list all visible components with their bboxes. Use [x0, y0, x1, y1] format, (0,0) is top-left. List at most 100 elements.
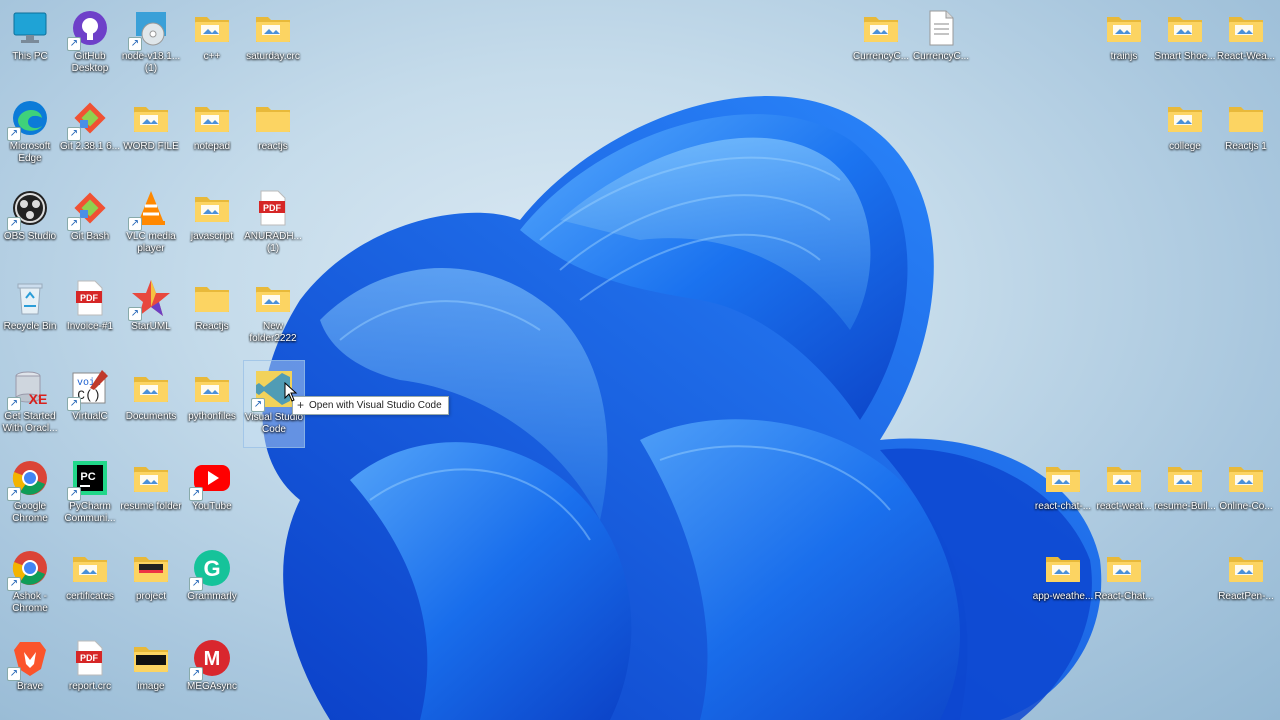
desktop-icon-new-folder2222[interactable]: New folder2222: [243, 270, 303, 356]
folder-icon: [1165, 8, 1205, 48]
desktop-icon-report-crc[interactable]: PDF report.crc: [60, 630, 120, 716]
desktop-icon-resume-buil[interactable]: resume-Buil...: [1154, 450, 1216, 536]
desktop-icon-microsoft-edge[interactable]: ↗ Microsoft Edge: [0, 90, 60, 176]
desktop-icon-image[interactable]: image: [121, 630, 181, 716]
desktop-icon-github-desktop[interactable]: ↗ GitHub Desktop: [60, 0, 120, 86]
desktop-icon-word-file[interactable]: WORD FILE: [121, 90, 181, 176]
folder-icon: [1226, 98, 1266, 138]
desktop-icon-staruml[interactable]: ↗ StarUML: [121, 270, 181, 356]
desktop-icon-react-wea[interactable]: React-Wea...: [1216, 0, 1276, 86]
desktop-icon-invoice-1[interactable]: PDF Invoice-#1: [60, 270, 120, 356]
shortcut-arrow-icon: ↗: [189, 667, 203, 681]
oracle-icon: XE ↗: [7, 368, 50, 411]
folder-icon: [1104, 458, 1144, 498]
desktop-icon-label: Reactjs 1: [1225, 141, 1267, 152]
desktop-icon-currencyc[interactable]: CurrencyC...: [911, 0, 971, 86]
shortcut-arrow-icon: ↗: [128, 307, 142, 321]
mega-icon: M ↗: [189, 638, 232, 681]
desktop-icon-reactjs-1[interactable]: Reactjs 1: [1216, 90, 1276, 176]
desktop-icon-certificates[interactable]: certificates: [60, 540, 120, 626]
desktop-icon-javascript[interactable]: javascript: [182, 180, 242, 266]
vlc-icon: ↗: [128, 188, 171, 231]
desktop-icon-virtualc[interactable]: void C() ↗ VirtualC: [60, 360, 120, 446]
desktop-icon-git-2-38-1-6[interactable]: ↗ Git 2.38.1 6...: [60, 90, 120, 176]
desktop-icon-react-chat[interactable]: react-chat-...: [1033, 450, 1093, 536]
desktop-icon-documents[interactable]: Documents: [121, 360, 181, 446]
shortcut-arrow-icon: ↗: [189, 487, 203, 501]
shortcut-arrow-icon: ↗: [67, 127, 81, 141]
desktop-icon-app-weathe[interactable]: app-weathe...: [1033, 540, 1093, 626]
desktop-icon-saturday-crc[interactable]: saturday.crc: [243, 0, 303, 86]
desktop-icon-label: ReactPen-...: [1218, 591, 1274, 602]
folder-icon: [861, 8, 901, 48]
pdf-icon: PDF: [70, 638, 110, 678]
desktop-icon-youtube[interactable]: ↗ YouTube: [182, 450, 242, 536]
desktop-icon-obs-studio[interactable]: ↗ OBS Studio: [0, 180, 60, 266]
desktop-icon-label: ANURADH...(1): [244, 231, 302, 254]
desktop-icon-label: PyCharm Communi...: [64, 501, 116, 524]
desktop-icon-ashok-chrome[interactable]: ↗ Ashok - Chrome: [0, 540, 60, 626]
desktop-icon-node-v18-1-1[interactable]: ↗ node-v18.1...(1): [121, 0, 181, 86]
desktop-icon-label: OBS Studio: [3, 231, 57, 242]
desktop-icon-grammarly[interactable]: G ↗ Grammarly: [182, 540, 242, 626]
desktop-icon-get-started-with-oracl[interactable]: XE ↗ Get Started With Oracl...: [0, 360, 60, 446]
svg-text:PDF: PDF: [80, 293, 99, 303]
desktop-icon-label: GitHub Desktop: [71, 51, 109, 74]
edge-icon: ↗: [7, 98, 50, 141]
desktop-icon-label: javascript: [190, 231, 234, 242]
desktop-icon-brave[interactable]: ↗ Brave: [0, 630, 60, 716]
folder-icon: [131, 458, 171, 498]
desktop-icon-online-co[interactable]: Online-Co...: [1216, 450, 1276, 536]
desktop-icon-react-chat[interactable]: React-Chat...: [1094, 540, 1154, 626]
chrome-icon: ↗: [7, 548, 50, 591]
desktop-icon-reactjs[interactable]: Reactjs: [182, 270, 242, 356]
desktop-icon-college[interactable]: college: [1155, 90, 1215, 176]
desktop-icon-c[interactable]: c++: [182, 0, 242, 86]
shortcut-arrow-icon: ↗: [7, 397, 21, 411]
desktop-icon-label: node-v18.1...(1): [121, 51, 181, 74]
drag-tooltip: + Open with Visual Studio Code: [292, 396, 449, 415]
desktop-icon-label: c++: [203, 51, 221, 62]
desktop-icon-megasync[interactable]: M ↗ MEGAsync: [182, 630, 242, 716]
desktop-icon-react-weat[interactable]: react-weat...: [1094, 450, 1154, 536]
shortcut-arrow-icon: ↗: [7, 487, 21, 501]
desktop-icon-project[interactable]: project: [121, 540, 181, 626]
svg-text:G: G: [203, 556, 220, 581]
desktop-icon-recycle-bin[interactable]: Recycle Bin: [0, 270, 60, 356]
desktop-icon-vlc-media-player[interactable]: ↗ VLC media player: [121, 180, 181, 266]
youtube-icon: ↗: [189, 458, 232, 501]
desktop-icon-currencyc[interactable]: CurrencyC...: [851, 0, 911, 86]
desktop-icon-reactjs[interactable]: reactjs: [243, 90, 303, 176]
desktop-icon-label: react-chat-...: [1034, 501, 1092, 512]
desktop-icon-trainjs[interactable]: trainjs: [1094, 0, 1154, 86]
desktop-icon-pythonfiles[interactable]: pythonfiles: [182, 360, 242, 446]
desktop-icon-reactpen[interactable]: ReactPen-...: [1216, 540, 1276, 626]
folder-icon: [1043, 548, 1083, 588]
folder-icon: [253, 278, 293, 318]
desktop-icon-git-bash[interactable]: ↗ Git Bash: [60, 180, 120, 266]
desktop-icon-label: react-weat...: [1096, 501, 1152, 512]
desktop-icon-pycharm-communi[interactable]: PC ↗ PyCharm Communi...: [60, 450, 120, 536]
desktop-icon-label: Get Started With Oracl...: [2, 411, 58, 434]
folder-icon: [70, 548, 110, 588]
shortcut-arrow-icon: ↗: [128, 217, 142, 231]
desktop-icon-label: MEGAsync: [186, 681, 237, 692]
desktop-icon-label: New folder2222: [249, 321, 297, 344]
desktop-icon-anuradh-1[interactable]: PDF ANURADH...(1): [243, 180, 303, 266]
desktop-icon-this-pc[interactable]: This PC: [0, 0, 60, 86]
shortcut-arrow-icon: ↗: [67, 397, 81, 411]
brave-icon: ↗: [7, 638, 50, 681]
folder-icon: [1226, 548, 1266, 588]
desktop-icon-label: WORD FILE: [123, 141, 179, 152]
desktop-icon-google-chrome[interactable]: ↗ Google Chrome: [0, 450, 60, 536]
github-icon: ↗: [67, 8, 110, 51]
desktop-icon-notepad[interactable]: notepad: [182, 90, 242, 176]
folder-icon: [192, 98, 232, 138]
desktop-icon-smart-shoe[interactable]: Smart Shoe...: [1154, 0, 1216, 86]
desktop-icon-label: Google Chrome: [12, 501, 48, 524]
desktop-icon-resume-folder[interactable]: resume folder: [120, 450, 182, 536]
svg-text:M: M: [204, 648, 221, 670]
desktop-icon-label: saturday.crc: [246, 51, 300, 62]
desktop-icon-label: trainjs: [1110, 51, 1138, 62]
desktop-icon-label: project: [135, 591, 166, 602]
